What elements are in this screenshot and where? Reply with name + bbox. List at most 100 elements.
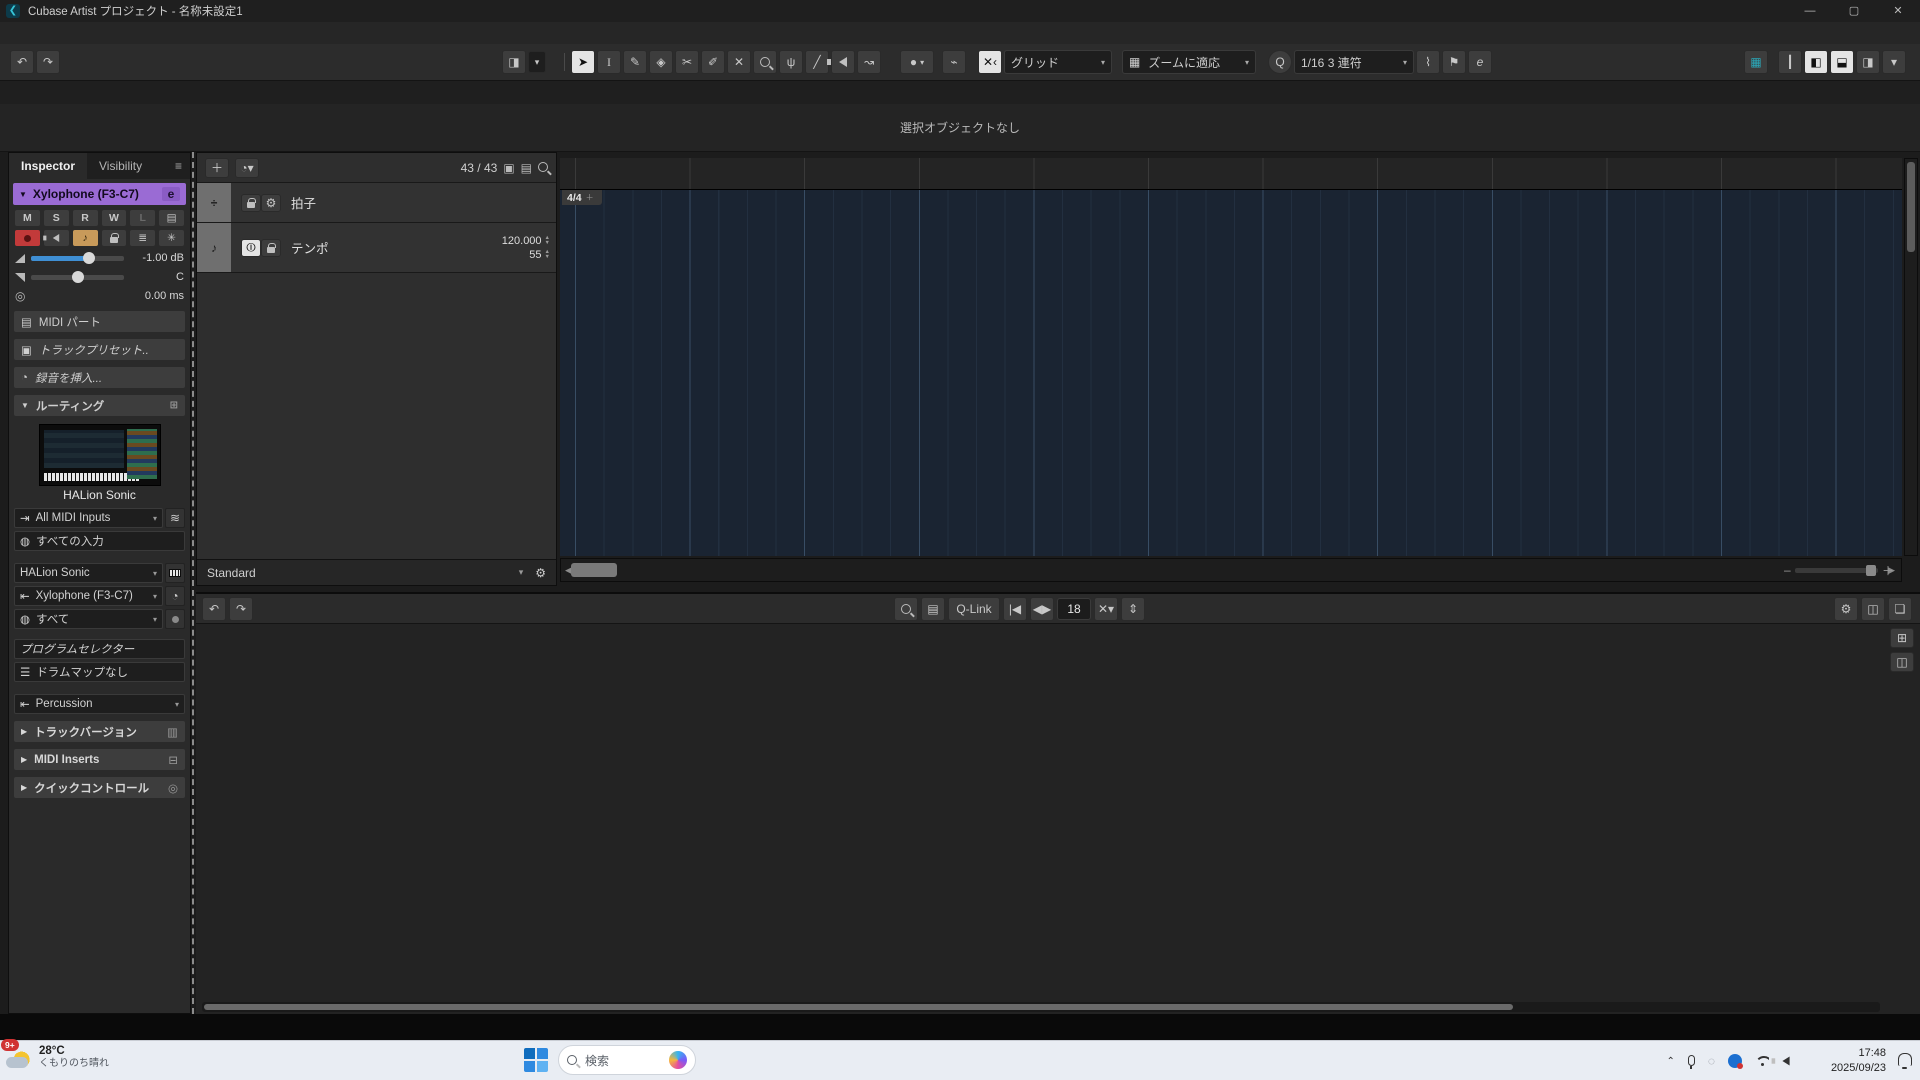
quantize-panel-icon[interactable]: ⚑ bbox=[1442, 50, 1466, 74]
quantize-edit-icon[interactable]: e bbox=[1468, 50, 1492, 74]
rack-down-icon[interactable]: ◫ bbox=[1890, 652, 1914, 672]
tempo-value[interactable]: 120.000 bbox=[502, 235, 542, 247]
event-display-grid[interactable] bbox=[560, 190, 1902, 556]
output-channel-dropdown[interactable]: ◍ すべて▾ bbox=[14, 609, 163, 629]
track-filter-icon[interactable]: ▤ bbox=[521, 161, 532, 175]
bar-display[interactable]: 18 bbox=[1057, 598, 1091, 620]
mixer-hscrollbar[interactable] bbox=[202, 1002, 1880, 1012]
zoom-slider-thumb[interactable] bbox=[1866, 565, 1876, 576]
mix-undo-button[interactable]: ↶ bbox=[202, 597, 226, 621]
mix-redo-button[interactable]: ↷ bbox=[229, 597, 253, 621]
search-box[interactable]: 検索 bbox=[558, 1045, 696, 1075]
inspector-panel-toggle[interactable]: ▕▏ bbox=[1778, 50, 1802, 74]
section-track-versions[interactable]: ▶ トラックバージョン ▥ bbox=[14, 721, 185, 742]
zoom-out-icon[interactable]: – bbox=[1784, 563, 1791, 577]
track-preset-name[interactable]: Standard bbox=[207, 566, 256, 580]
notification-bell-icon[interactable] bbox=[1898, 1053, 1912, 1066]
selected-track-header[interactable]: ▼ Xylophone (F3-C7) e bbox=[13, 183, 186, 205]
timesig-track-row[interactable]: ÷ ⚙ 拍子 bbox=[197, 183, 556, 223]
hand-tool[interactable]: ψ bbox=[779, 50, 803, 74]
rack-up-icon[interactable]: ⊞ bbox=[1890, 628, 1914, 648]
left-zone-toggle[interactable]: ◧ bbox=[1804, 50, 1828, 74]
zone-splitter[interactable] bbox=[192, 152, 194, 1014]
tab-inspector[interactable]: Inspector bbox=[9, 153, 87, 179]
arrange-hscroll-thumb[interactable] bbox=[571, 563, 617, 577]
output-port-dropdown[interactable]: ⇤ Xylophone (F3-C7)▾ bbox=[14, 586, 163, 606]
start-button[interactable] bbox=[524, 1048, 548, 1072]
mix-height-icon[interactable]: ⇕ bbox=[1121, 597, 1145, 621]
tab-visibility[interactable]: Visibility bbox=[87, 153, 154, 179]
draw-tool[interactable]: ✎ bbox=[623, 50, 647, 74]
volume-icon[interactable] bbox=[1782, 1057, 1789, 1066]
grid-overlay-icon[interactable]: ▦ bbox=[1744, 50, 1768, 74]
iterative-quantize-icon[interactable]: ⌇ bbox=[1416, 50, 1440, 74]
taskbar-clock[interactable]: 17:48 2025/09/23 bbox=[1831, 1046, 1886, 1076]
tray-chevron-icon[interactable]: ⌃ bbox=[1666, 1056, 1674, 1067]
range-select-tool[interactable]: I bbox=[597, 50, 621, 74]
mute-button[interactable]: M bbox=[14, 209, 41, 227]
qlink-button[interactable]: Q-Link bbox=[948, 597, 1000, 621]
delay-value[interactable]: 0.00 ms bbox=[130, 290, 184, 302]
add-track-button[interactable]: ＋ bbox=[205, 158, 229, 178]
redo-button[interactable]: ↷ bbox=[36, 50, 60, 74]
mix-zoom-icon[interactable]: ✕▾ bbox=[1094, 597, 1118, 621]
snap-toggle[interactable]: ✕‹ bbox=[978, 50, 1002, 74]
record-enable-button[interactable] bbox=[14, 229, 41, 247]
nav-arrows-icon[interactable]: ◀▶ bbox=[1030, 597, 1054, 621]
wifi-icon[interactable] bbox=[1755, 1056, 1769, 1066]
erase-tool[interactable]: ◈ bbox=[649, 50, 673, 74]
minimize-button[interactable]: — bbox=[1788, 0, 1832, 22]
read-button[interactable]: R bbox=[72, 209, 99, 227]
section-routing[interactable]: ▼ ルーティング ⊞ bbox=[14, 395, 185, 416]
mix-window-icon[interactable]: ◫ bbox=[1861, 597, 1885, 621]
lane-display-button[interactable]: ≣ bbox=[129, 229, 156, 247]
lock-button[interactable] bbox=[101, 229, 128, 247]
map-output-dropdown[interactable]: ⇤ Percussion▾ bbox=[14, 694, 185, 714]
split-tool[interactable]: ✂ bbox=[675, 50, 699, 74]
zoom-in-icon[interactable]: ＋ bbox=[1882, 562, 1894, 579]
monitor-button[interactable] bbox=[43, 229, 70, 247]
track-visibility-icon[interactable]: ▣ bbox=[503, 161, 514, 175]
mic-icon[interactable] bbox=[1688, 1055, 1695, 1066]
inspector-menu-icon[interactable]: ≡ bbox=[175, 159, 190, 173]
automation-dropdown[interactable]: ▾ bbox=[528, 51, 546, 73]
track-list-settings-icon[interactable]: ⚙ bbox=[535, 566, 546, 580]
listen-button[interactable]: L bbox=[129, 209, 156, 227]
midi-note-button[interactable]: ♪ bbox=[72, 229, 99, 247]
section-insert-recording[interactable]: ◔ 録音を挿入... bbox=[14, 367, 185, 388]
glue-tool[interactable]: ✐ bbox=[701, 50, 725, 74]
play-tool[interactable] bbox=[831, 50, 855, 74]
grid-type-dropdown[interactable]: ▦ ズームに適応▾ bbox=[1122, 50, 1256, 74]
maximize-button[interactable]: ▢ bbox=[1832, 0, 1876, 22]
arrange-vscroll-thumb[interactable] bbox=[1907, 162, 1915, 252]
zoom-slider[interactable]: – ＋ bbox=[1784, 562, 1894, 578]
instrument-thumbnail[interactable] bbox=[39, 424, 161, 486]
quantize-icon[interactable]: Q bbox=[1268, 50, 1292, 74]
track-edit-button[interactable]: e bbox=[162, 187, 180, 201]
onedrive-icon[interactable] bbox=[1728, 1054, 1742, 1068]
output-instrument-dropdown[interactable]: HALion Sonic▾ bbox=[14, 563, 163, 583]
setup-toolbar-icon[interactable]: ▾ bbox=[1882, 50, 1906, 74]
tempo-height-value[interactable]: 55 bbox=[529, 249, 541, 261]
tempo-lock-button[interactable] bbox=[261, 239, 281, 257]
mix-maximize-icon[interactable]: ❏ bbox=[1888, 597, 1912, 621]
automation-mode-icon[interactable]: ◨ bbox=[502, 50, 526, 74]
midi-input-channel[interactable]: ◍ すべての入力 bbox=[14, 531, 185, 551]
color-tool[interactable]: ●▾ bbox=[900, 50, 934, 74]
section-track-preset[interactable]: ▣ トラックプリセット.. bbox=[14, 339, 185, 360]
track-preset-button[interactable]: ◔▾ bbox=[235, 158, 259, 178]
lower-zone-toggle[interactable]: ⬓ bbox=[1830, 50, 1854, 74]
tempo-active-button[interactable]: ⏼ bbox=[241, 239, 261, 257]
mix-find-icon[interactable] bbox=[894, 597, 918, 621]
undo-button[interactable]: ↶ bbox=[10, 50, 34, 74]
location-icon[interactable]: ◌ bbox=[1708, 1054, 1715, 1068]
volume-value[interactable]: -1.00 dB bbox=[130, 252, 184, 264]
open-instrument-button[interactable] bbox=[165, 563, 185, 583]
drum-map-dropdown[interactable]: ☰ ドラムマップなし bbox=[14, 662, 185, 682]
pan-slider[interactable] bbox=[31, 275, 124, 280]
timesig-setup-button[interactable]: ⚙ bbox=[261, 194, 281, 212]
input-monitor-button[interactable]: ≋ bbox=[165, 508, 185, 528]
pan-value[interactable]: C bbox=[130, 271, 184, 283]
mixer-hscroll-thumb[interactable] bbox=[204, 1004, 1513, 1010]
curve-tool[interactable]: ↝ bbox=[857, 50, 881, 74]
